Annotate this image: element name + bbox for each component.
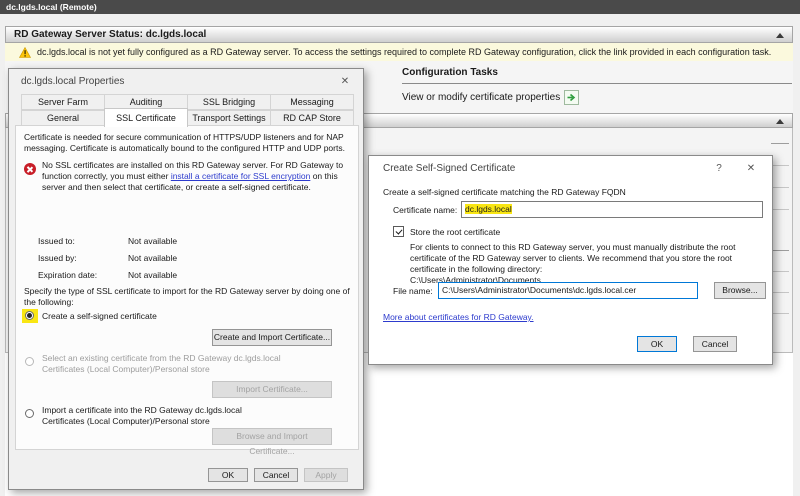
task-view-certificate-properties[interactable]: View or modify certificate properties — [402, 90, 580, 105]
file-name-input[interactable]: C:\Users\Administrator\Documents\dc.lgds… — [438, 282, 698, 299]
list-row-divider — [771, 250, 789, 251]
browse-and-import-certificate-button: Browse and Import Certificate... — [212, 428, 332, 456]
issued-by-label: Issued by: — [38, 253, 77, 263]
file-name-label: File name: — [393, 286, 433, 296]
issued-to-label: Issued to: — [38, 236, 75, 246]
list-row-divider — [771, 187, 789, 188]
list-row-divider — [771, 313, 789, 314]
list-row-divider — [771, 271, 789, 272]
issued-by-value: Not available — [128, 253, 178, 263]
cancel-button[interactable]: Cancel — [254, 468, 298, 482]
configuration-tasks-divider — [402, 83, 792, 84]
cancel-button[interactable]: Cancel — [693, 336, 737, 352]
ok-button[interactable]: OK — [208, 468, 248, 482]
browse-button[interactable]: Browse... — [714, 282, 766, 299]
ok-button[interactable]: OK — [637, 336, 677, 352]
install-certificate-link[interactable]: install a certificate for SSL encryption — [171, 171, 311, 181]
status-warning-bar: dc.lgds.local is not yet fully configure… — [5, 43, 793, 61]
create-dialog-subtitle: Create a self-signed certificate matchin… — [383, 187, 626, 197]
close-icon[interactable]: ✕ — [337, 74, 353, 90]
tab-general[interactable]: General — [21, 110, 105, 126]
create-dialog-title: Create Self-Signed Certificate — [383, 163, 516, 174]
go-arrow-icon[interactable] — [564, 90, 580, 105]
ssl-certificate-tab-page: Certificate is needed for secure communi… — [15, 125, 359, 456]
radio-select-existing — [25, 357, 34, 366]
tab-messaging[interactable]: Messaging — [270, 94, 354, 110]
close-icon[interactable]: ✕ — [743, 161, 759, 177]
warning-icon — [19, 47, 31, 58]
certificate-name-label: Certificate name: — [393, 205, 458, 215]
status-section-header[interactable]: RD Gateway Server Status: dc.lgds.local — [5, 26, 793, 43]
task-label: View or modify certificate properties — [402, 92, 561, 104]
expiration-date-value: Not available — [128, 270, 178, 280]
certificate-intro-text: Certificate is needed for secure communi… — [24, 132, 345, 153]
tab-server-farm[interactable]: Server Farm — [21, 94, 105, 110]
error-icon — [24, 163, 36, 175]
file-name-value: C:\Users\Administrator\Documents\dc.lgds… — [442, 285, 637, 295]
specify-certificate-text: Specify the type of SSL certificate to i… — [24, 286, 350, 307]
status-header-text: RD Gateway Server Status: dc.lgds.local — [14, 29, 207, 40]
certificate-name-value: dc.lgds.local — [465, 204, 512, 214]
remote-desktop-screen: dc.lgds.local (Remote) RD Gateway Server… — [0, 0, 800, 496]
radio-import-certificate[interactable] — [25, 409, 34, 418]
apply-button: Apply — [304, 468, 348, 482]
properties-dialog: dc.lgds.local Properties ✕ Server Farm A… — [8, 68, 364, 490]
create-and-import-certificate-button[interactable]: Create and Import Certificate... — [212, 329, 332, 346]
tab-transport-settings[interactable]: Transport Settings — [187, 110, 271, 126]
list-row-divider — [771, 209, 789, 210]
list-row-divider — [771, 143, 789, 144]
certificate-name-input[interactable]: dc.lgds.local — [461, 201, 763, 218]
import-certificate-button: Import Certificate... — [212, 381, 332, 398]
tab-ssl-bridging[interactable]: SSL Bridging — [187, 94, 271, 110]
status-warning-text: dc.lgds.local is not yet fully configure… — [37, 47, 772, 57]
radio-create-self-signed-label: Create a self-signed certificate — [42, 311, 157, 321]
tab-rd-cap-store[interactable]: RD CAP Store — [270, 110, 354, 126]
list-row-divider — [771, 165, 789, 166]
radio-import-certificate-label: Import a certificate into the RD Gateway… — [42, 405, 242, 426]
help-icon[interactable]: ? — [711, 161, 727, 177]
store-root-certificate-checkbox[interactable] — [393, 226, 404, 237]
collapse-icon-2[interactable] — [776, 119, 784, 124]
issued-to-value: Not available — [128, 236, 178, 246]
expiration-date-label: Expiration date: — [38, 270, 98, 280]
window-title: dc.lgds.local (Remote) — [6, 2, 97, 12]
radio-select-existing-label: Select an existing certificate from the … — [42, 353, 281, 374]
store-root-description-text: For clients to connect to this RD Gatewa… — [410, 242, 736, 274]
configuration-tasks-title: Configuration Tasks — [402, 67, 498, 78]
collapse-icon[interactable] — [776, 33, 784, 38]
more-about-certificates-link[interactable]: More about certificates for RD Gateway. — [383, 312, 534, 323]
window-titlebar[interactable]: dc.lgds.local (Remote) — [0, 0, 800, 14]
list-row-divider — [771, 292, 789, 293]
radio-create-self-signed[interactable] — [25, 311, 34, 320]
create-self-signed-certificate-dialog: Create Self-Signed Certificate ? ✕ Creat… — [368, 155, 773, 365]
no-certificate-error-text: No SSL certificates are installed on thi… — [42, 160, 354, 193]
tab-ssl-certificate[interactable]: SSL Certificate — [104, 108, 188, 127]
store-root-certificate-label: Store the root certificate — [410, 227, 501, 237]
properties-dialog-title: dc.lgds.local Properties — [21, 76, 125, 87]
store-root-description: For clients to connect to this RD Gatewa… — [410, 242, 762, 286]
